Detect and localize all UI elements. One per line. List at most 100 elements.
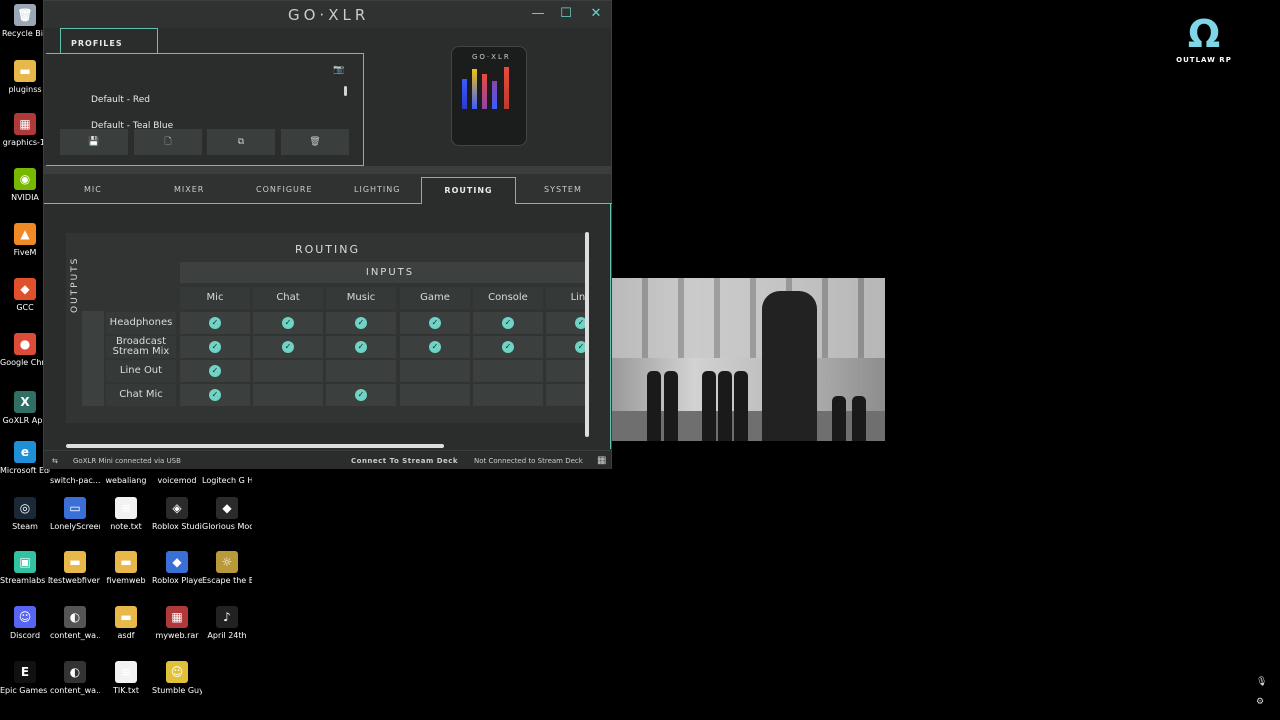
- desktop-icon[interactable]: ☺ Stumble Guys: [152, 661, 202, 696]
- app-icon: ◎: [14, 497, 36, 519]
- duplicate-profile-button[interactable]: ⧉: [207, 129, 275, 155]
- desktop-icon-label: TIK.txt: [112, 686, 140, 695]
- routing-cell[interactable]: ✓: [546, 312, 589, 334]
- profiles-tab[interactable]: PROFILES: [60, 28, 158, 54]
- input-header-line: Line: [546, 287, 589, 309]
- desktop-icon[interactable]: ≡ note.txt: [101, 497, 151, 532]
- desktop-icon[interactable]: ▬ asdf: [101, 606, 151, 641]
- maximize-button[interactable]: ☐: [556, 5, 576, 23]
- divider: [158, 53, 364, 54]
- desktop-icon-label: voicemod: [157, 476, 197, 485]
- app-icon: ☺: [14, 606, 36, 628]
- app-icon: ≡: [115, 497, 137, 519]
- routing-cell[interactable]: ✓: [326, 384, 396, 406]
- desktop-icon[interactable]: ▭ LonelyScreen: [50, 497, 100, 532]
- profiles-scrollbar[interactable]: [344, 86, 347, 96]
- routing-cell[interactable]: ✓: [180, 384, 250, 406]
- app-icon: ▭: [64, 497, 86, 519]
- camera-icon[interactable]: 📷: [333, 65, 345, 75]
- routing-cell[interactable]: ✓: [326, 336, 396, 358]
- app-icon: 🗑: [14, 4, 36, 26]
- routing-panel: ROUTING INPUTS OUTPUTS Mic Chat Music Game C…: [66, 233, 589, 423]
- check-icon: ✓: [209, 341, 221, 353]
- grid-icon[interactable]: ▦: [597, 455, 606, 466]
- app-icon: X: [14, 391, 36, 413]
- delete-profile-button[interactable]: 🗑: [281, 129, 349, 155]
- desktop-icon[interactable]: ☼ Escape the Backrooms: [202, 551, 252, 586]
- minimize-button[interactable]: —: [528, 5, 548, 23]
- desktop-icon[interactable]: ▦ myweb.rar: [152, 606, 202, 641]
- check-icon: ✓: [502, 317, 514, 329]
- microphone-icon[interactable]: 🎙: [1256, 677, 1267, 687]
- routing-cell[interactable]: ✓: [326, 312, 396, 334]
- desktop-icon[interactable]: ◆ Glorious Model ...: [202, 497, 252, 532]
- desktop-icon[interactable]: ◎ Steam: [0, 497, 50, 532]
- tab-mixer[interactable]: MIXER: [174, 185, 204, 194]
- app-title: GO·XLR: [288, 6, 370, 24]
- tab-system[interactable]: SYSTEM: [544, 185, 582, 194]
- check-icon: ✓: [282, 341, 294, 353]
- desktop-icon[interactable]: ◐ content_wa...: [50, 606, 100, 641]
- routing-cell[interactable]: ✓: [180, 312, 250, 334]
- routing-cell[interactable]: ✓: [180, 360, 250, 382]
- routing-cell[interactable]: ✓: [253, 312, 323, 334]
- profile-item[interactable]: Default - Red: [91, 95, 150, 105]
- routing-cell[interactable]: ✓: [253, 336, 323, 358]
- routing-cell[interactable]: [546, 360, 589, 382]
- tab-configure[interactable]: CONFIGURE: [256, 185, 313, 194]
- routing-cell[interactable]: [253, 360, 323, 382]
- device-preview: GO·XLR: [451, 46, 527, 146]
- new-profile-button[interactable]: 🗋: [134, 129, 202, 155]
- inputs-header: INPUTS: [180, 262, 589, 283]
- desktop-icon[interactable]: ◐ content_wa...: [50, 661, 100, 696]
- routing-cell[interactable]: ✓: [546, 336, 589, 358]
- routing-cell[interactable]: ✓: [180, 336, 250, 358]
- desktop-icon[interactable]: ▣ Streamlabs Desktop: [0, 551, 50, 586]
- tab-routing[interactable]: ROUTING: [421, 177, 516, 204]
- output-header: Chat Mic: [106, 384, 176, 406]
- desktop-icon[interactable]: ☺ Discord: [0, 606, 50, 641]
- fader-meter: [482, 74, 487, 109]
- photo-figure: [647, 371, 661, 441]
- app-icon: ≡: [115, 661, 137, 683]
- routing-cell[interactable]: [253, 384, 323, 406]
- routing-cell[interactable]: [400, 384, 470, 406]
- routing-cell[interactable]: [473, 360, 543, 382]
- routing-cell[interactable]: [473, 384, 543, 406]
- save-profile-button[interactable]: 💾: [60, 129, 128, 155]
- routing-cell[interactable]: ✓: [400, 336, 470, 358]
- routing-cell[interactable]: ✓: [473, 336, 543, 358]
- desktop-icon-label: Escape the Backrooms: [202, 576, 252, 585]
- desktop-icon[interactable]: ◆ Roblox Player: [152, 551, 202, 586]
- app-icon: ▦: [14, 113, 36, 135]
- routing-cell[interactable]: [546, 384, 589, 406]
- desktop-icon-label: Epic Games Launcher: [0, 686, 50, 695]
- desktop-icon-label: Roblox Studio: [152, 522, 202, 531]
- input-header-console: Console: [473, 287, 543, 309]
- settings-icon[interactable]: ⚙: [1256, 697, 1266, 707]
- desktop-icon[interactable]: E Epic Games Launcher: [0, 661, 50, 696]
- app-icon: ▬: [64, 551, 86, 573]
- outputs-header: [82, 311, 104, 406]
- close-button[interactable]: ✕: [586, 5, 606, 23]
- desktop-icon[interactable]: ♪ April 24th: [202, 606, 252, 641]
- desktop-icon[interactable]: ≡ TIK.txt: [101, 661, 151, 696]
- tab-lighting[interactable]: LIGHTING: [354, 185, 400, 194]
- desktop-icon[interactable]: ◈ Roblox Studio: [152, 497, 202, 532]
- desktop-icon[interactable]: ▬ testwebfivem: [50, 551, 100, 586]
- photo-building: [612, 278, 885, 358]
- tab-mic[interactable]: MIC: [84, 185, 102, 194]
- routing-cell[interactable]: [400, 360, 470, 382]
- horizontal-scrollbar[interactable]: [66, 444, 444, 448]
- connect-stream-deck-button[interactable]: Connect To Stream Deck: [351, 457, 458, 465]
- title-bar[interactable]: GO·XLR — ☐ ✕: [44, 1, 611, 28]
- app-icon: ▬: [115, 606, 137, 628]
- desktop-icon[interactable]: ▬ fivemweb: [101, 551, 151, 586]
- routing-cell[interactable]: ✓: [473, 312, 543, 334]
- routing-cell[interactable]: ✓: [400, 312, 470, 334]
- app-icon: E: [14, 661, 36, 683]
- vertical-scrollbar[interactable]: [585, 232, 589, 437]
- app-icon: ▣: [14, 551, 36, 573]
- routing-cell[interactable]: [326, 360, 396, 382]
- photo-figure: [702, 371, 716, 441]
